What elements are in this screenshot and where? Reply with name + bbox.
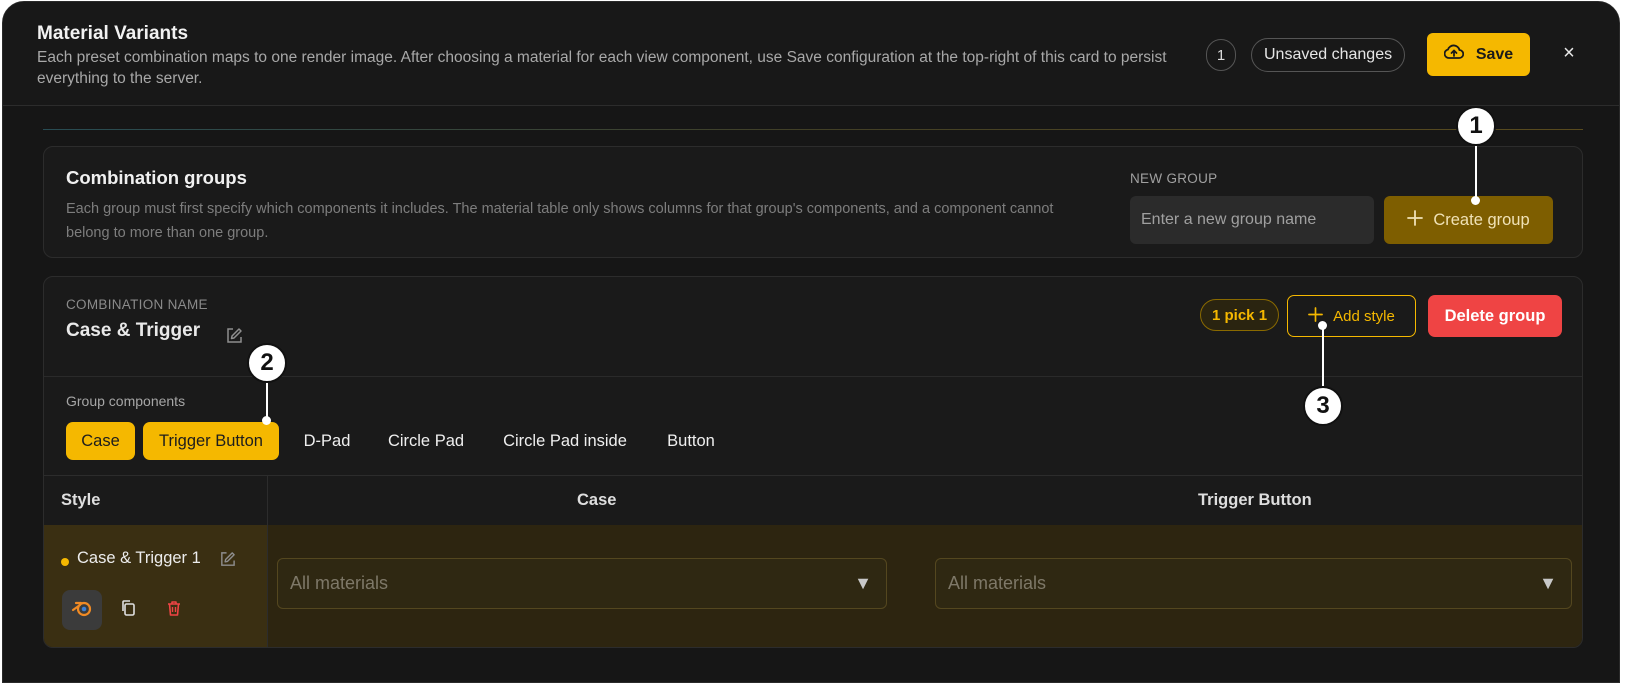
style-column-divider: [267, 475, 268, 647]
material-variants-modal: Material Variants Each preset combinatio…: [2, 1, 1620, 683]
edit-icon[interactable]: [219, 551, 236, 568]
trigger-material-select[interactable]: All materials ▼: [935, 558, 1572, 609]
callout-anchor: [262, 416, 271, 425]
duplicate-icon: [119, 599, 137, 622]
create-group-button[interactable]: Create group: [1384, 196, 1553, 244]
cloud-upload-icon: [1443, 44, 1464, 65]
modal-title: Material Variants: [37, 23, 189, 44]
save-button[interactable]: Save: [1427, 33, 1530, 76]
callout-line: [1322, 326, 1324, 386]
groups-title: Combination groups: [66, 167, 247, 188]
material-table-header: Style Case Trigger Button: [44, 475, 1582, 525]
component-chip-circle-pad[interactable]: Circle Pad: [378, 422, 474, 460]
pick-rule-badge: 1 pick 1: [1200, 299, 1280, 331]
groups-description: Each group must first specify which comp…: [66, 201, 1054, 241]
style-cell: Case & Trigger 1: [44, 525, 267, 647]
trigger-material-value: All materials: [948, 573, 1047, 593]
callout-anchor: [1471, 196, 1480, 205]
new-group-name-input[interactable]: [1130, 196, 1374, 244]
column-header-case: Case: [577, 491, 617, 509]
style-name: Case & Trigger 1: [77, 549, 201, 567]
callout-marker: 1: [1456, 106, 1496, 146]
callout-marker: 2: [247, 343, 287, 383]
trash-icon: [165, 599, 183, 622]
combination-groups-card: Combination groups Each group must first…: [43, 146, 1583, 258]
case-material-select[interactable]: All materials ▼: [277, 558, 887, 609]
save-label: Save: [1475, 45, 1514, 63]
component-chip-d-pad[interactable]: D-Pad: [291, 422, 363, 460]
edit-icon[interactable]: [225, 327, 243, 345]
create-group-label: Create group: [1433, 210, 1530, 229]
component-chip-case[interactable]: Case: [66, 422, 135, 460]
component-chip-trigger-button[interactable]: Trigger Button: [143, 422, 279, 460]
modal-header: Material Variants Each preset combinatio…: [3, 2, 1619, 106]
blender-render-button[interactable]: [62, 590, 102, 630]
callout-anchor: [1318, 321, 1327, 330]
combination-name: Case & Trigger: [66, 320, 201, 341]
chevron-down-icon: ▼: [1539, 573, 1557, 593]
unsaved-changes-badge: Unsaved changes: [1251, 38, 1406, 72]
callout-marker: 3: [1303, 386, 1343, 426]
group-components-label: Group components: [66, 393, 186, 409]
callout-line: [266, 382, 268, 418]
delete-style-button[interactable]: [154, 590, 194, 630]
add-style-button[interactable]: Add style: [1287, 295, 1416, 337]
combination-name-label: COMBINATION NAME: [66, 297, 208, 312]
case-material-value: All materials: [290, 573, 389, 593]
blender-icon: [71, 597, 93, 624]
table-row[interactable]: Case & Trigger 1 All materials ▼ All mat…: [44, 525, 1582, 647]
callout-line: [1475, 146, 1477, 198]
plus-icon: [1407, 209, 1424, 231]
add-style-label: Add style: [1333, 307, 1395, 325]
combination-group-card: COMBINATION NAME Case & Trigger 1 pick 1…: [43, 276, 1583, 648]
column-header-trigger-button: Trigger Button: [1198, 491, 1312, 509]
selected-indicator: [61, 558, 69, 566]
modal-subtitle: Each preset combination maps to one rend…: [37, 49, 1167, 87]
change-count-badge: 1: [1206, 39, 1236, 71]
chevron-down-icon: ▼: [854, 573, 872, 593]
close-icon[interactable]: ×: [1558, 42, 1580, 64]
delete-group-button[interactable]: Delete group: [1428, 295, 1562, 337]
new-group-label: NEW GROUP: [1130, 171, 1218, 186]
accent-divider: [43, 129, 1583, 130]
component-chip-circle-pad-inside[interactable]: Circle Pad inside: [490, 422, 640, 460]
duplicate-style-button[interactable]: [108, 590, 148, 630]
column-header-style: Style: [61, 491, 101, 509]
component-chip-button[interactable]: Button: [652, 422, 730, 460]
